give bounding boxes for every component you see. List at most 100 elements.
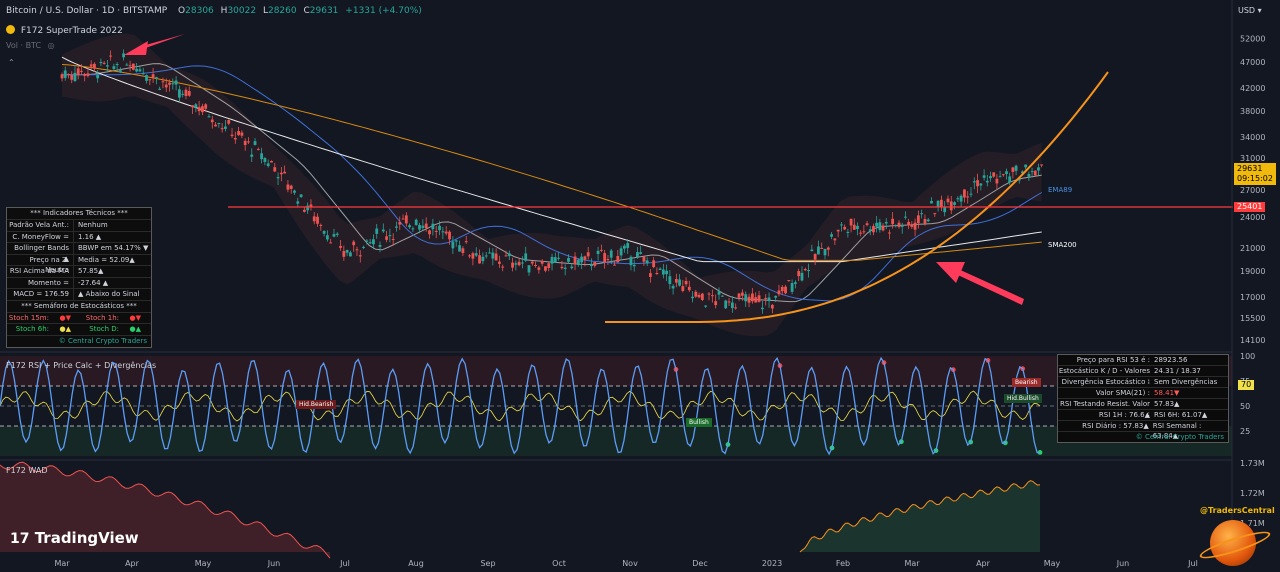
support-price-label: 25401 <box>1234 202 1266 212</box>
candle-body <box>345 250 349 253</box>
chart-canvas[interactable]: 52000 47000 42000 38000 34000 31000 27000 24000… <box>0 0 1280 572</box>
candle-body <box>787 280 791 282</box>
wad-tick-label: 1.72M <box>1240 489 1265 498</box>
candle-body <box>230 134 234 136</box>
candle-body <box>681 286 685 291</box>
candle-body <box>158 88 162 90</box>
candle-body <box>537 267 541 270</box>
candle-body <box>976 180 979 187</box>
collapse-chevron-icon[interactable]: ⌃ <box>8 58 15 67</box>
candle-body <box>474 253 478 256</box>
candle-body <box>421 225 425 228</box>
candle-body <box>191 105 194 108</box>
candle-body <box>665 270 669 275</box>
candle-body <box>852 224 856 230</box>
candle-body <box>210 119 214 123</box>
candle-body <box>881 225 885 231</box>
time-tick-label: Mar <box>54 559 70 568</box>
candle-body <box>283 171 287 174</box>
candle-body <box>273 167 277 172</box>
wad-title[interactable]: F172 WAD <box>6 466 48 475</box>
rsi-title[interactable]: F172 RSI + Price Calc + Divergências <box>6 361 156 370</box>
indicator-legend[interactable]: F172 SuperTrade 2022 <box>6 25 123 36</box>
candle-body <box>319 224 323 226</box>
time-tick-label: Dec <box>692 559 707 568</box>
candle-body <box>580 256 584 263</box>
tradingview-logo[interactable]: 𝟭𝟳 TradingView <box>10 529 139 547</box>
table-row-value: RSI 6H: 61.07▲ <box>1154 411 1208 419</box>
countdown-timer: 09:15:02 <box>1237 174 1273 183</box>
candle-body <box>1037 167 1040 171</box>
candle-body <box>201 106 204 113</box>
candle-body <box>458 245 461 252</box>
price-pane <box>60 33 1109 337</box>
candle-body <box>923 219 927 224</box>
candle-body <box>1011 167 1015 172</box>
candle-body <box>629 256 633 266</box>
stoch-label: Stoch 6h: <box>15 325 49 333</box>
table-row: Divergência Estocástico : Sem Divergência… <box>1058 377 1228 388</box>
time-tick-label: Aug <box>408 559 424 568</box>
chevron-down-icon: ▾ <box>1255 6 1262 15</box>
candle-body <box>451 241 455 249</box>
table-row-label: Valor SMA(21) : <box>1095 389 1150 397</box>
candle-body <box>461 248 465 253</box>
candle-body <box>501 266 505 268</box>
candle-body <box>70 75 74 80</box>
eye-off-icon[interactable]: ◎ <box>48 41 55 50</box>
volume-legend[interactable]: Vol · BTC ◎ <box>6 41 55 50</box>
rsi-oversold-zone <box>0 426 1232 456</box>
rsi-level-70: 70 <box>1238 380 1255 390</box>
price-tick-label: 24000 <box>1240 213 1265 222</box>
price-tick-label: 47000 <box>1240 58 1265 67</box>
candle-body <box>471 253 475 259</box>
change-value: +1331 (+4.70%) <box>345 6 422 16</box>
table-row-label: Padrão Vela Ant.: <box>7 220 74 231</box>
candle-body <box>289 185 293 189</box>
candle-body <box>757 295 761 302</box>
time-tick-label: Apr <box>976 559 991 568</box>
candle-body <box>279 172 283 175</box>
stoch-dot-icon: ●▼ <box>129 313 142 322</box>
candle-body <box>1033 170 1037 176</box>
candle-body <box>135 68 139 72</box>
stoch-dot-icon: ●▼ <box>59 313 72 322</box>
candle-body <box>401 218 405 220</box>
candle-body <box>840 224 843 226</box>
candle-body <box>1001 174 1005 176</box>
candle-body <box>687 286 691 291</box>
candle-body <box>145 75 148 81</box>
table-row: RSI Testando Resist. Valor : 57.83▲ <box>1058 399 1228 418</box>
candle-body <box>411 228 415 230</box>
candle-body <box>524 253 528 261</box>
wad-tick-label: 1.73M <box>1240 459 1265 468</box>
candle-body <box>720 295 724 297</box>
table-row: MACD = 176.59 ▲ Abaixo do Sinal <box>7 289 151 301</box>
candle-body <box>586 252 590 257</box>
candle-body <box>750 293 754 302</box>
time-tick-label: Jun <box>267 559 281 568</box>
candle-body <box>207 116 211 118</box>
price-tick-label: 42000 <box>1240 84 1265 93</box>
candle-body <box>724 300 728 309</box>
candle-body <box>926 219 930 222</box>
candle-body <box>408 225 412 228</box>
candle-body <box>247 141 250 143</box>
candle-body <box>332 234 336 237</box>
bullish-label: Bullish <box>686 418 712 427</box>
candle-body <box>966 196 970 198</box>
candle-body <box>963 189 966 198</box>
table-row: RSI Acima da MA 57.85▲ <box>7 266 151 278</box>
candle-body <box>658 268 662 270</box>
stoch-dot-icon: ●▲ <box>59 325 72 333</box>
candle-body <box>813 253 817 260</box>
hid-bullish-label: Hid.Bullish <box>1004 394 1042 403</box>
currency-selector[interactable]: USD ▾ <box>1238 6 1262 15</box>
candle-body <box>856 225 859 230</box>
rsi-tick-label: 100 <box>1240 352 1255 361</box>
candle-body <box>737 293 741 298</box>
symbol-title[interactable]: Bitcoin / U.S. Dollar · 1D · BITSTAMP <box>6 6 167 16</box>
candle-body <box>859 232 863 234</box>
candle-body <box>985 180 989 183</box>
candle-body <box>388 235 392 237</box>
